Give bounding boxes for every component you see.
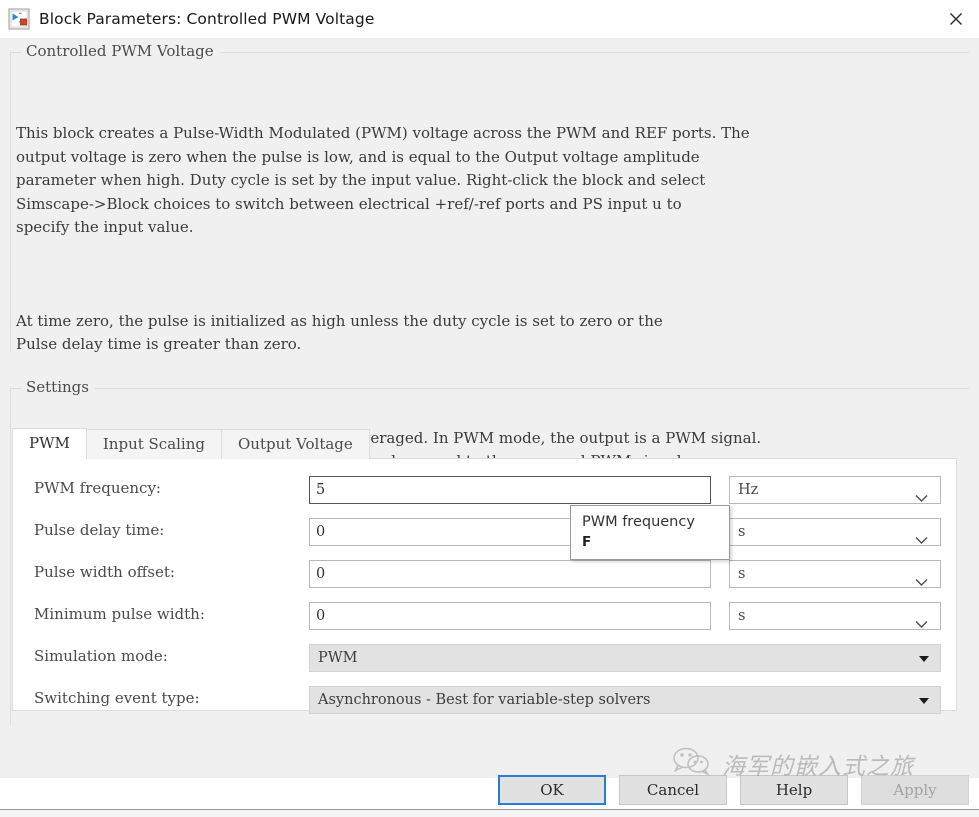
tooltip-symbol: F	[582, 534, 592, 550]
chevron-down-icon	[915, 612, 928, 638]
unit-select-pulse-width-offset[interactable]: s	[729, 560, 941, 588]
form-row-pwm-frequency: PWM frequency: Hz	[13, 476, 958, 504]
chevron-down-icon	[915, 528, 928, 554]
simulink-block-icon	[8, 8, 30, 30]
description-legend: Controlled PWM Voltage	[21, 42, 220, 60]
tooltip-title: PWM frequency	[582, 514, 695, 530]
settings-legend: Settings	[21, 378, 95, 396]
combo-simulation-mode[interactable]: PWM	[309, 644, 941, 672]
unit-value-pulse-delay-time: s	[738, 524, 746, 540]
tab-input-scaling[interactable]: Input Scaling	[85, 429, 222, 459]
input-pulse-width-offset[interactable]	[309, 560, 711, 588]
description-groupbox: Controlled PWM Voltage This block create…	[10, 42, 969, 470]
label-pulse-delay-time: Pulse delay time:	[34, 521, 165, 539]
unit-value-pulse-width-offset: s	[738, 566, 746, 582]
description-paragraph: This block creates a Pulse-Width Modulat…	[16, 124, 750, 236]
unit-select-pulse-delay-time[interactable]: s	[729, 518, 941, 546]
label-pulse-width-offset: Pulse width offset:	[34, 563, 175, 581]
label-simulation-mode: Simulation mode:	[34, 647, 168, 665]
triangle-down-icon	[919, 656, 929, 662]
label-minimum-pulse-width: Minimum pulse width:	[34, 605, 205, 623]
title-bar: Block Parameters: Controlled PWM Voltage	[0, 0, 979, 38]
ok-button[interactable]: OK	[498, 775, 606, 805]
form-row-simulation-mode: Simulation mode: PWM	[13, 644, 958, 672]
cancel-button[interactable]: Cancel	[619, 775, 727, 805]
combo-value-switching-event-type: Asynchronous - Best for variable-step so…	[318, 692, 651, 708]
pwm-tab-panel: PWM frequency: Hz Pulse delay time: s	[12, 458, 958, 714]
description-paragraph: At time zero, the pulse is initialized a…	[16, 311, 663, 354]
dialog-button-bar: OK Cancel Help Apply	[0, 773, 979, 807]
form-row-switching-event-type: Switching event type: Asynchronous - Bes…	[13, 686, 958, 714]
input-pwm-frequency[interactable]	[309, 476, 711, 504]
unit-select-minimum-pulse-width[interactable]: s	[729, 602, 941, 630]
unit-value-pwm-frequency: Hz	[738, 482, 759, 498]
form-row-pulse-width-offset: Pulse width offset: s	[13, 560, 958, 588]
chevron-down-icon	[915, 570, 928, 596]
label-pwm-frequency: PWM frequency:	[34, 479, 161, 497]
form-row-pulse-delay-time: Pulse delay time: s	[13, 518, 958, 546]
form-row-minimum-pulse-width: Minimum pulse width: s	[13, 602, 958, 630]
dialog-content: Controlled PWM Voltage This block create…	[0, 38, 979, 817]
chevron-down-icon	[915, 486, 928, 512]
tooltip-pwm-frequency: PWM frequency F	[570, 505, 730, 560]
bottom-strip	[0, 809, 979, 817]
help-button[interactable]: Help	[740, 775, 848, 805]
block-parameters-dialog: Block Parameters: Controlled PWM Voltage…	[0, 0, 979, 817]
triangle-down-icon	[919, 698, 929, 704]
unit-select-pwm-frequency[interactable]: Hz	[729, 476, 941, 504]
label-switching-event-type: Switching event type:	[34, 689, 200, 707]
tab-pwm[interactable]: PWM	[12, 428, 87, 459]
unit-value-minimum-pulse-width: s	[738, 608, 746, 624]
input-minimum-pulse-width[interactable]	[309, 602, 711, 630]
close-icon[interactable]	[933, 0, 979, 38]
combo-value-simulation-mode: PWM	[318, 650, 358, 666]
apply-button: Apply	[861, 775, 969, 805]
combo-switching-event-type[interactable]: Asynchronous - Best for variable-step so…	[309, 686, 941, 714]
tab-output-voltage[interactable]: Output Voltage	[221, 429, 370, 459]
window-title: Block Parameters: Controlled PWM Voltage	[39, 10, 375, 28]
settings-tabs: PWM Input Scaling Output Voltage	[12, 428, 370, 459]
